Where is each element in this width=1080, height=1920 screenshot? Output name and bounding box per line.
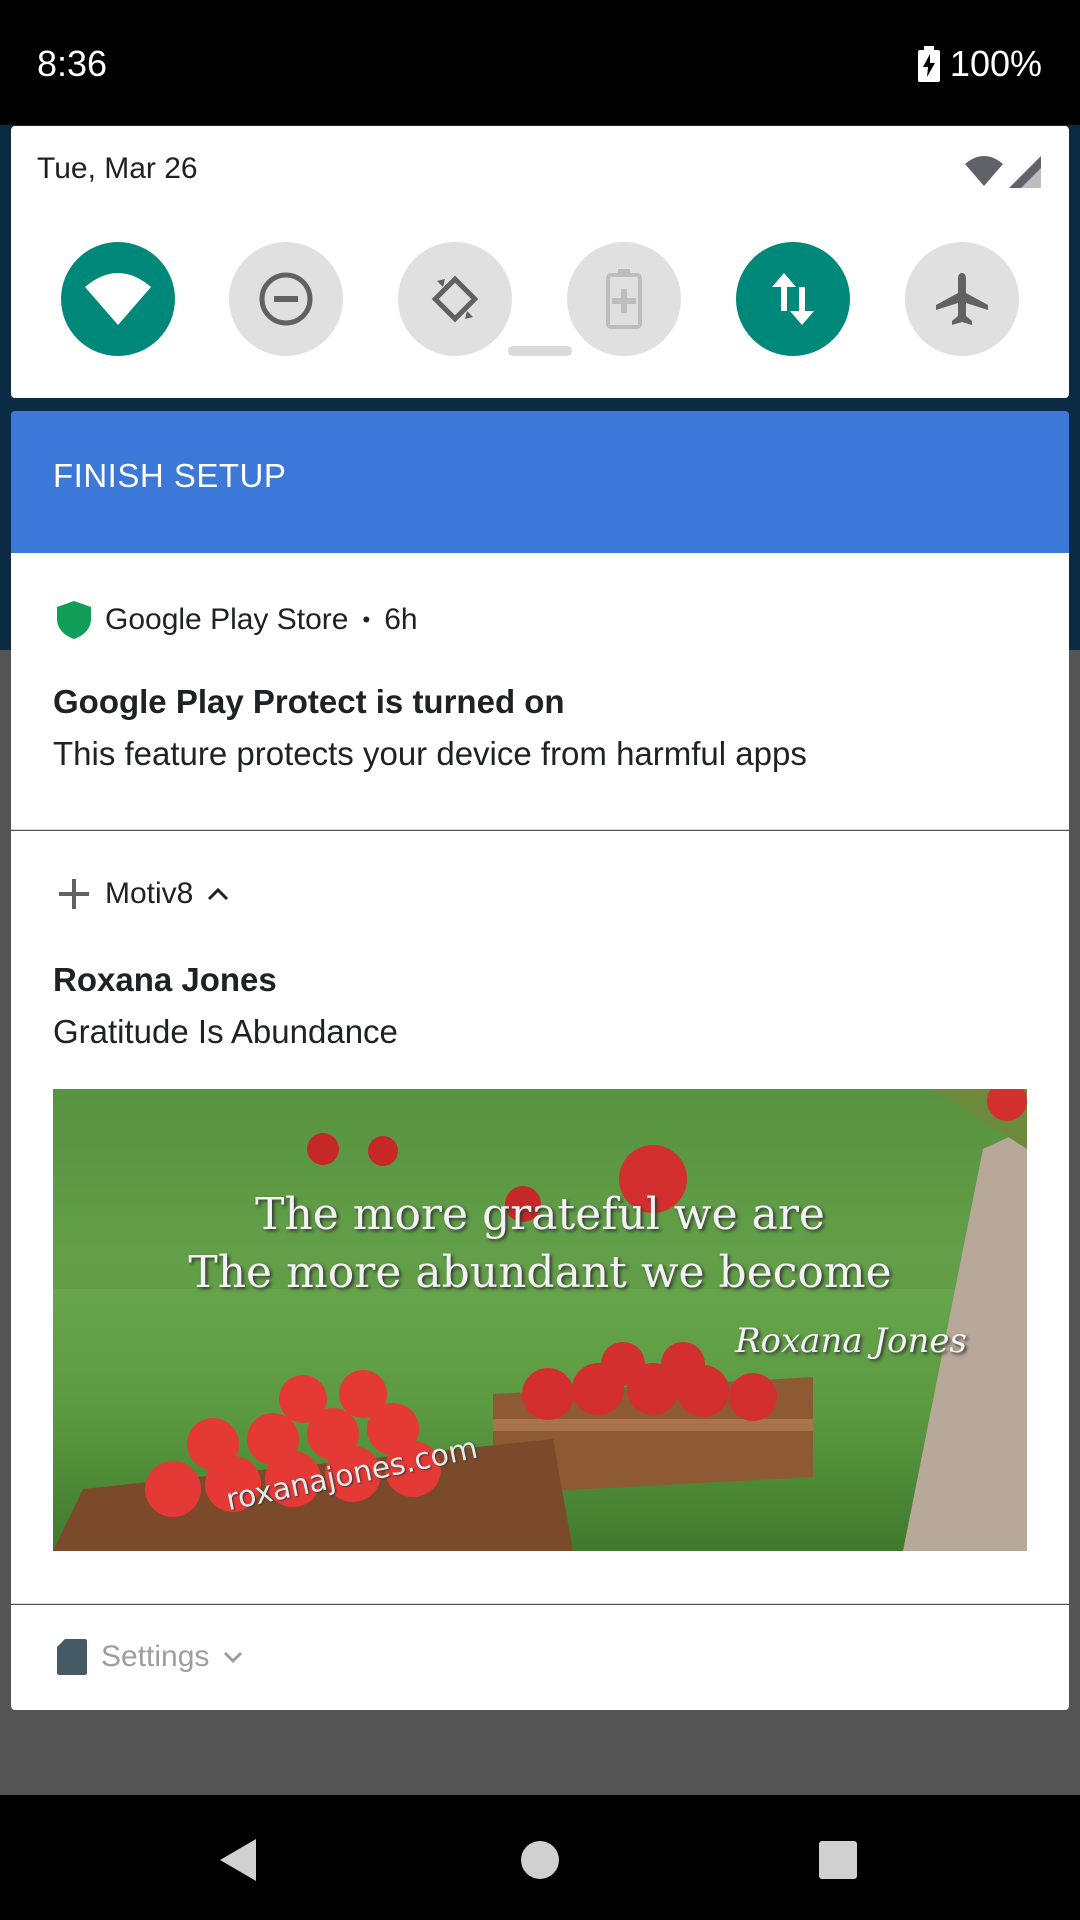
- qs-date[interactable]: Tue, Mar 26: [37, 152, 198, 186]
- auto-rotate-tile[interactable]: [398, 242, 512, 356]
- image-quote-line-2: The more abundant we become: [188, 1247, 892, 1298]
- image-signature: Roxana Jones: [734, 1321, 967, 1361]
- battery-percent: 100%: [949, 43, 1042, 84]
- back-button[interactable]: [208, 1835, 268, 1885]
- airplane-icon: [936, 273, 988, 325]
- shield-icon: [57, 601, 91, 639]
- battery-charging-icon: [917, 46, 940, 82]
- image-quote-line-1: The more grateful we are: [255, 1189, 825, 1240]
- notification-app-name: Google Play Store: [105, 603, 349, 636]
- home-button[interactable]: [510, 1835, 570, 1885]
- wifi-tile[interactable]: [61, 242, 175, 356]
- auto-rotate-icon: [431, 275, 479, 323]
- chevron-down-icon[interactable]: [223, 1650, 243, 1664]
- notification-text: Gratitude Is Abundance: [53, 1013, 398, 1050]
- wifi-signal-icon: [965, 156, 1041, 188]
- notification-title: Roxana Jones: [53, 961, 277, 998]
- mobile-data-tile[interactable]: [736, 242, 850, 356]
- settings-notification[interactable]: Settings: [11, 1605, 1069, 1710]
- qs-drag-handle[interactable]: [508, 346, 572, 356]
- do-not-disturb-icon: [259, 272, 313, 326]
- plus-icon: [59, 879, 89, 909]
- notification-header: Motiv8: [57, 877, 229, 911]
- wifi-icon: [85, 273, 151, 325]
- mobile-data-icon: [772, 273, 814, 325]
- notification-title: Google Play Protect is turned on: [53, 683, 565, 720]
- finish-setup-title: FINISH SETUP: [53, 457, 287, 494]
- recents-button[interactable]: [808, 1835, 868, 1885]
- do-not-disturb-tile[interactable]: [229, 242, 343, 356]
- qs-tiles: [11, 242, 1069, 358]
- back-icon: [220, 1839, 256, 1881]
- motiv8-notification[interactable]: Motiv8 Roxana Jones Gratitude Is Abundan…: [11, 831, 1069, 1604]
- home-icon: [521, 1841, 559, 1879]
- notification-text: This feature protects your device from h…: [53, 735, 807, 772]
- notification-header: Settings: [57, 1639, 243, 1675]
- notification-big-picture: The more grateful we are The more abunda…: [53, 1089, 1027, 1551]
- notification-app-name: Settings: [101, 1640, 210, 1673]
- notification-header: Google Play Store • 6h: [57, 601, 418, 639]
- qs-signal-icons: [963, 154, 1041, 195]
- play-protect-notification[interactable]: Google Play Store • 6h Google Play Prote…: [11, 553, 1069, 830]
- battery-saver-icon: [606, 269, 642, 329]
- status-right: 100%: [917, 43, 1042, 85]
- battery-saver-tile[interactable]: [567, 242, 681, 356]
- recents-icon: [819, 1841, 857, 1879]
- sd-card-icon: [57, 1639, 87, 1675]
- navigation-bar: [0, 1795, 1080, 1920]
- finish-setup-notification[interactable]: FINISH SETUP: [11, 411, 1069, 553]
- status-bar: 8:36 100%: [0, 0, 1080, 125]
- airplane-mode-tile[interactable]: [905, 242, 1019, 356]
- status-time: 8:36: [37, 43, 108, 84]
- notification-app-name: Motiv8: [105, 877, 194, 910]
- apple-orchard-image: [53, 1089, 1027, 1551]
- notification-time: 6h: [384, 603, 418, 636]
- chevron-up-icon[interactable]: [207, 886, 229, 902]
- quick-settings-panel: Tue, Mar 26: [11, 126, 1069, 398]
- notification-separator: •: [362, 607, 371, 632]
